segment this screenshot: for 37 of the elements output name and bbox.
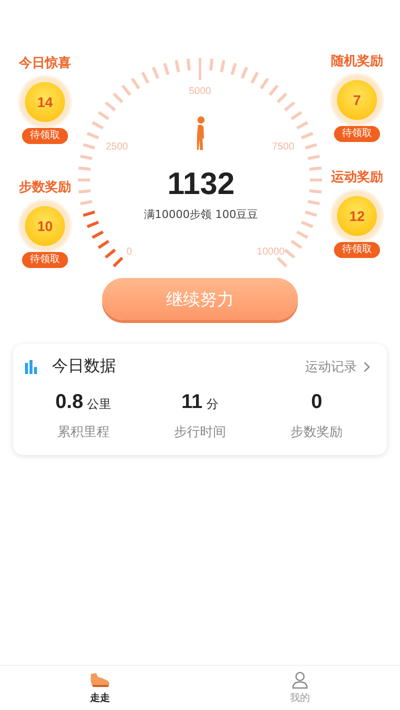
claim-button[interactable]: 待领取 [22, 128, 68, 144]
reward-title: 运动奖励 [331, 169, 383, 186]
shoe-icon [89, 671, 111, 689]
tab[interactable]: 我的 [200, 666, 400, 710]
chevron-icon [363, 360, 371, 372]
stat-unit: 分 [206, 396, 219, 413]
person-icon [291, 671, 309, 689]
card-title: 今日数据 [52, 356, 116, 377]
coin[interactable]: 7 [332, 75, 382, 125]
reward-title: 今日惊喜 [19, 54, 71, 72]
records-link[interactable]: 运动记录 [305, 358, 371, 376]
stat-unit: 公里 [87, 396, 112, 413]
scale-label: 2500 [106, 142, 128, 153]
scale-label: 7500 [272, 142, 294, 153]
coin[interactable]: 12 [332, 191, 382, 241]
reward-title: 随机奖励 [331, 53, 383, 70]
stat-value: 0 [311, 391, 322, 414]
claim-button[interactable]: 待领取 [334, 242, 380, 258]
progress-ticks [82, 210, 124, 268]
scale-label: 0 [126, 246, 132, 258]
stat-value: 0.8 [55, 391, 84, 414]
coin[interactable]: 10 [20, 201, 70, 251]
stat-label: 累积里程 [57, 424, 110, 441]
claim-button[interactable]: 待领取 [22, 252, 68, 268]
scale-label: 10000 [256, 246, 285, 258]
bar-chart-icon [25, 360, 39, 374]
goal-text: 满10000步领 100豆豆 [144, 207, 258, 222]
reward-title: 步数奖励 [19, 179, 71, 196]
keep-going-button[interactable]: 继续努力 [102, 278, 298, 320]
scale-label: 5000 [188, 86, 212, 97]
stat-label: 步数奖励 [290, 424, 343, 441]
stat-value: 11 [181, 391, 203, 414]
claim-button[interactable]: 待领取 [334, 126, 380, 142]
step-count: 1132 [167, 166, 235, 202]
stat-label: 步行时间 [174, 424, 226, 441]
coin[interactable]: 14 [20, 77, 70, 127]
tab[interactable]: 走走 [0, 666, 200, 710]
